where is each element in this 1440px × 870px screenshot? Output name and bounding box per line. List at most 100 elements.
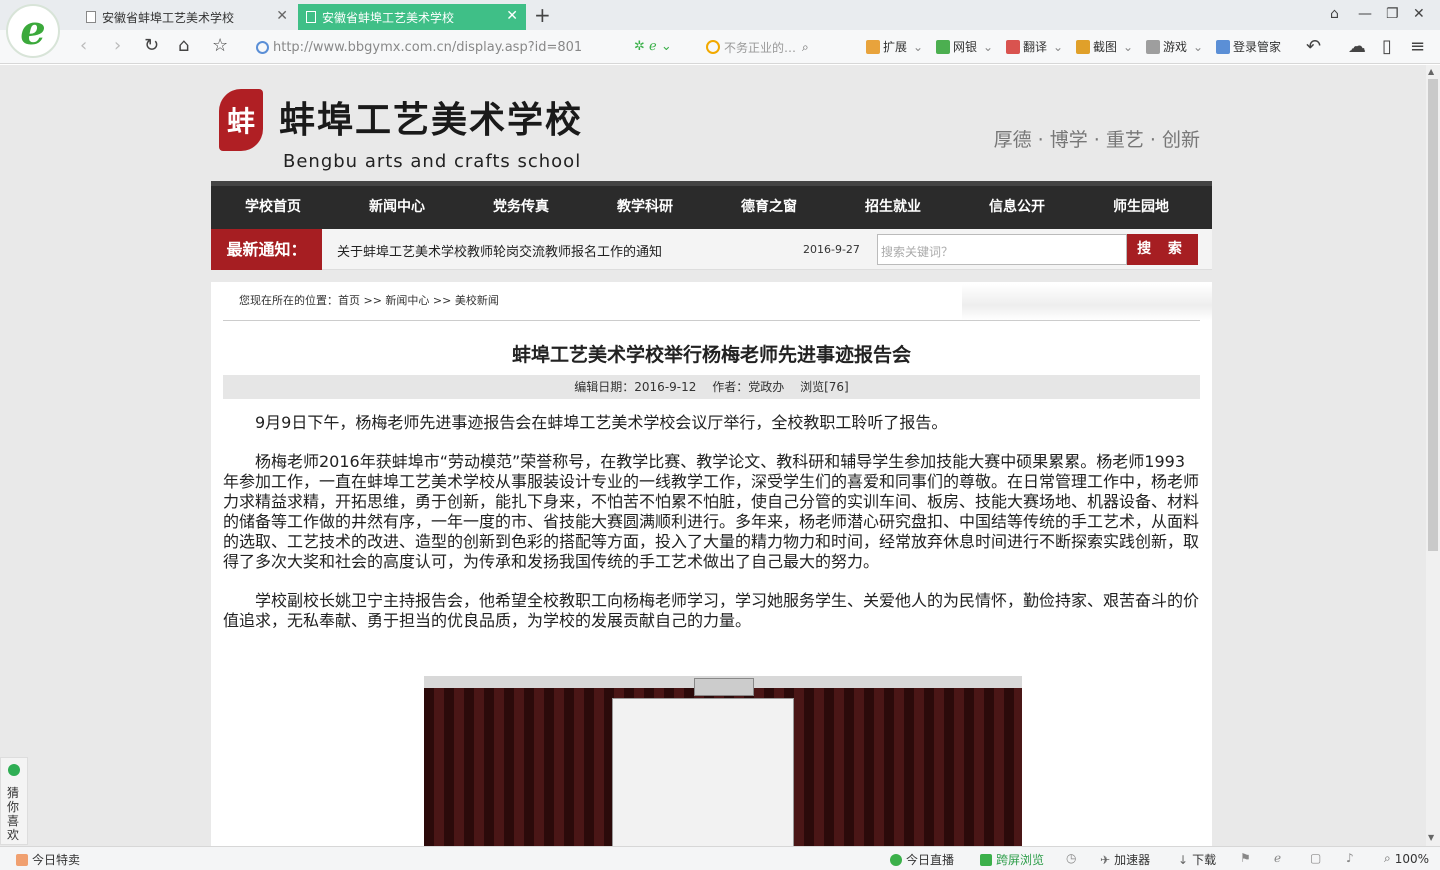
browser-status-bar: 今日特卖 今日直播 跨屏浏览 ◷ ✈ 加速器 ↓ 下载 ⚑ ℯ ▢ ♪ ⌕ 100% xyxy=(0,846,1440,870)
cloud-icon[interactable]: ☁ xyxy=(1348,36,1366,57)
games-button[interactable]: 游戏 ⌄ xyxy=(1146,38,1203,55)
scrollbar-thumb[interactable] xyxy=(1428,79,1438,551)
back-button[interactable]: ‹ xyxy=(80,36,87,56)
school-logo-glyph: 蚌 xyxy=(226,105,255,138)
article-views: 浏览[76] xyxy=(800,380,849,394)
extensions-icon xyxy=(866,39,880,54)
tab-close-icon[interactable]: ✕ xyxy=(276,8,288,24)
new-tab-button[interactable]: + xyxy=(534,4,551,26)
phone-icon xyxy=(980,853,992,866)
screenshot-icon xyxy=(1076,39,1090,54)
compat-mode-icon[interactable]: ✲ ℯ ⌄ xyxy=(634,39,672,54)
live-button[interactable]: 今日直播 xyxy=(890,851,954,868)
login-manager-button[interactable]: 登录管家 xyxy=(1216,38,1281,55)
flag-icon[interactable]: ⚑ xyxy=(1240,851,1251,865)
browser-toolbar: ‹ › ↻ ⌂ ☆ http://www.bbgymx.com.cn/displ… xyxy=(0,30,1440,64)
nav-teaching-research[interactable]: 教学科研 xyxy=(583,186,707,229)
search-placeholder: 不务正业的… xyxy=(724,40,797,55)
translate-icon xyxy=(1006,39,1020,54)
nav-info-disclosure[interactable]: 信息公开 xyxy=(955,186,1079,229)
history-icon[interactable]: ◷ xyxy=(1066,851,1076,865)
download-label: 下载 xyxy=(1192,853,1217,867)
banking-icon xyxy=(936,39,950,54)
scroll-down-icon[interactable]: ▼ xyxy=(1428,833,1434,842)
site-header: 蚌 蚌埠工艺美术学校 Bengbu arts and crafts school… xyxy=(211,81,1212,181)
split-screen-button[interactable]: 跨屏浏览 xyxy=(980,851,1044,868)
extensions-button[interactable]: 扩展 ⌄ xyxy=(866,38,923,55)
deals-button[interactable]: 今日特卖 xyxy=(16,851,80,868)
photo-projector xyxy=(694,678,754,696)
screenshot-label: 截图 xyxy=(1093,40,1118,54)
article-date: 编辑日期：2016-9-12 xyxy=(574,380,697,394)
school-logo[interactable]: 蚌 xyxy=(219,89,263,151)
maximize-button[interactable]: ❐ xyxy=(1386,6,1399,22)
guess-you-like-widget[interactable]: 猜你喜欢 xyxy=(0,757,28,845)
article-author: 作者：党政办 xyxy=(712,380,785,394)
home-button[interactable]: ⌂ xyxy=(178,36,189,56)
nav-home[interactable]: 学校首页 xyxy=(211,186,335,229)
school-motto: 厚德 · 博学 · 重艺 · 创新 xyxy=(993,129,1200,151)
browser-tab-2-active[interactable]: 安徽省蚌埠工艺美术学校 ✕ xyxy=(298,4,526,30)
zoom-icon: ⌕ xyxy=(1384,851,1391,865)
search-engine-icon xyxy=(706,40,720,54)
banking-label: 网银 xyxy=(953,40,978,54)
vertical-scrollbar[interactable]: ▲ ▼ xyxy=(1426,65,1440,846)
banking-button[interactable]: 网银 ⌄ xyxy=(936,38,993,55)
screenshot-button[interactable]: 截图 ⌄ xyxy=(1076,38,1133,55)
article-paragraph: 9月9日下午，杨梅老师先进事迹报告会在蚌埠工艺美术学校会议厅举行，全校教职工聆听… xyxy=(255,413,948,432)
article-paragraph: 学校副校长姚卫宁主持报告会，他希望全校教职工向杨梅老师学习，学习她服务学生、关爱… xyxy=(223,591,1200,630)
school-name-cn: 蚌埠工艺美术学校 xyxy=(279,99,584,141)
article-photo xyxy=(424,676,1022,846)
browser-logo-glyph: e xyxy=(20,7,46,54)
tab-title: 安徽省蚌埠工艺美术学校 xyxy=(102,10,235,25)
site-search-button[interactable]: 搜 索 xyxy=(1127,234,1198,265)
favorite-button[interactable]: ☆ xyxy=(212,36,228,56)
ie-icon[interactable]: ℯ xyxy=(1274,851,1281,865)
zoom-control[interactable]: ⌕ 100% xyxy=(1384,851,1429,866)
window-icon[interactable]: ▢ xyxy=(1310,851,1321,865)
accelerator-button[interactable]: ✈ 加速器 xyxy=(1100,851,1150,868)
menu-icon[interactable]: ≡ xyxy=(1410,36,1425,57)
article-body: 9月9日下午，杨梅老师先进事迹报告会在蚌埠工艺美术学校会议厅举行，全校教职工聆听… xyxy=(223,413,1200,650)
nav-moral-education[interactable]: 德育之窗 xyxy=(707,186,831,229)
search-icon[interactable]: ⌕ xyxy=(802,40,809,55)
guess-you-like-label: 猜你喜欢 xyxy=(7,786,20,842)
tab-close-icon[interactable]: ✕ xyxy=(506,8,518,24)
school-name-en: Bengbu arts and crafts school xyxy=(283,151,582,172)
page-viewport: 蚌 蚌埠工艺美术学校 Bengbu arts and crafts school… xyxy=(0,65,1426,846)
scroll-up-icon[interactable]: ▲ xyxy=(1428,67,1434,76)
tab-title: 安徽省蚌埠工艺美术学校 xyxy=(322,10,455,25)
nav-news-center[interactable]: 新闻中心 xyxy=(335,186,459,229)
notice-bar: 最新通知： 关于蚌埠工艺美术学校教师轮岗交流教师报名工作的通知 2016-9-2… xyxy=(211,229,1212,270)
skin-icon[interactable]: ⌂ xyxy=(1330,6,1339,22)
split-screen-label: 跨屏浏览 xyxy=(996,853,1045,867)
volume-icon[interactable]: ♪ xyxy=(1346,851,1354,865)
translate-button[interactable]: 翻译 ⌄ xyxy=(1006,38,1063,55)
refresh-button[interactable]: ↻ xyxy=(144,36,159,56)
download-icon: ↓ xyxy=(1178,852,1189,867)
download-button[interactable]: ↓ 下载 xyxy=(1178,851,1216,868)
mountain-decoration xyxy=(962,284,1212,320)
deals-label: 今日特卖 xyxy=(32,853,81,867)
key-icon xyxy=(1216,39,1230,54)
forward-button[interactable]: › xyxy=(114,36,121,56)
latest-notice-link[interactable]: 关于蚌埠工艺美术学校教师轮岗交流教师报名工作的通知 xyxy=(337,241,662,260)
nav-admissions[interactable]: 招生就业 xyxy=(831,186,955,229)
divider xyxy=(223,320,1200,321)
games-icon xyxy=(1146,39,1160,54)
browser-search-input[interactable]: 不务正业的… ⌕ xyxy=(706,36,846,58)
undo-close-tab-icon[interactable]: ↶ xyxy=(1306,36,1321,57)
main-navigation: 学校首页 新闻中心 党务传真 教学科研 德育之窗 招生就业 信息公开 师生园地 xyxy=(211,181,1212,229)
article-container: 您现在所在的位置：首页 >> 新闻中心 >> 美校新闻 蚌埠工艺美术学校举行杨梅… xyxy=(211,282,1212,846)
browser-tab-1[interactable]: 安徽省蚌埠工艺美术学校 ✕ xyxy=(78,4,296,30)
site-search-input[interactable]: 搜索关键词？ xyxy=(877,234,1127,265)
article-paragraph: 杨梅老师2016年获蚌埠市“劳动模范”荣誉称号，在教学比赛、教学论文、教科研和辅… xyxy=(223,452,1200,571)
close-window-button[interactable]: ✕ xyxy=(1413,6,1425,22)
minimize-button[interactable]: — xyxy=(1358,6,1372,22)
nav-campus-life[interactable]: 师生园地 xyxy=(1079,186,1203,229)
mobile-icon[interactable]: ▯ xyxy=(1382,36,1392,57)
live-label: 今日直播 xyxy=(906,853,955,867)
nav-party-affairs[interactable]: 党务传真 xyxy=(459,186,583,229)
address-bar[interactable]: http://www.bbgymx.com.cn/display.asp?id=… xyxy=(248,34,678,60)
status-dot-icon xyxy=(8,764,20,776)
